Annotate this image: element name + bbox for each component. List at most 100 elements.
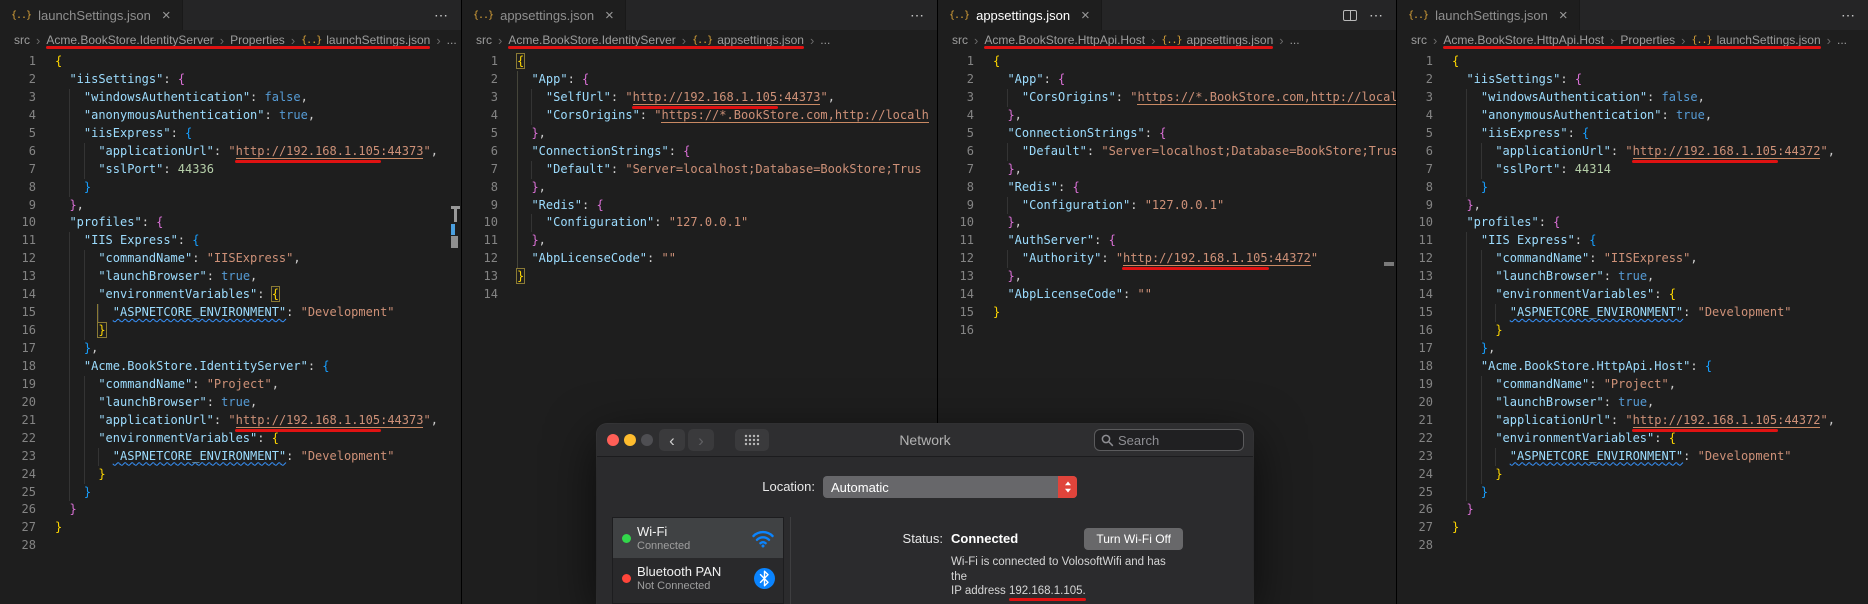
wifi-icon (752, 530, 774, 547)
close-icon[interactable]: × (1081, 7, 1090, 24)
breadcrumb-item[interactable]: src (1411, 33, 1427, 47)
tab-appsettings.json[interactable]: {..} appsettings.json × (462, 0, 626, 30)
code-line: 4 "anonymousAuthentication": true, (1397, 106, 1868, 125)
editor-pane: {..} launchSettings.json × ⋯ src › Acme.BookSt… (1397, 0, 1868, 604)
close-icon[interactable]: × (1559, 7, 1568, 24)
line-number: 10 (1418, 215, 1433, 230)
code-line: 15 "ASPNETCORE_ENVIRONMENT": "Development… (0, 304, 461, 323)
window-titlebar[interactable]: ‹ › Network Search (597, 424, 1253, 457)
close-icon[interactable]: × (605, 7, 614, 24)
close-window-button[interactable] (607, 434, 619, 446)
line-number: 22 (21, 430, 36, 445)
code-editor[interactable]: 1{2 "iisSettings": {3 "windowsAuthenticati… (1397, 50, 1868, 601)
code-line: 2 "iisSettings": { (0, 71, 461, 89)
line-number: 22 (1418, 430, 1433, 445)
more-actions-icon[interactable]: ⋯ (434, 7, 449, 24)
forward-button[interactable]: › (688, 429, 714, 451)
line-number: 4 (490, 107, 498, 122)
json-file-icon: {..} (301, 34, 322, 46)
location-select[interactable]: Automatic (823, 476, 1077, 498)
json-file-icon: {..} (11, 9, 32, 21)
tab-actions: ⋯ (434, 0, 461, 30)
breadcrumb-item[interactable]: ... (820, 33, 830, 47)
breadcrumb-item[interactable]: src (14, 33, 30, 47)
line-number: 10 (959, 215, 974, 230)
code-editor[interactable]: 1{2 "iisSettings": {3 "windowsAuthenticati… (0, 50, 461, 601)
breadcrumb-item[interactable]: Properties (230, 33, 285, 47)
breadcrumb-item[interactable]: ... (1290, 33, 1300, 47)
code-line: 1{ (462, 53, 937, 71)
code-line: 24} (0, 465, 461, 484)
back-button[interactable]: ‹ (659, 429, 685, 451)
line-number: 12 (1418, 251, 1433, 266)
code-line: 5 "iisExpress": { (0, 124, 461, 143)
service-row-wi-fi[interactable]: Wi-Fi Connected (613, 518, 783, 558)
chevron-right-icon: › (36, 32, 41, 48)
location-value: Automatic (831, 479, 889, 495)
zoom-window-button[interactable] (641, 434, 653, 446)
code-line: 9}, (0, 197, 461, 215)
code-line: 1{ (0, 53, 461, 71)
line-number: 11 (483, 233, 498, 248)
line-number: 7 (1425, 161, 1433, 176)
code-line: 13 "launchBrowser": true, (0, 268, 461, 287)
code-line: 15 "ASPNETCORE_ENVIRONMENT": "Development… (1397, 304, 1868, 323)
line-number: 6 (28, 143, 36, 158)
code-line: 2 "App": { (462, 71, 937, 89)
network-services-list: Wi-Fi Connected Bluetooth PAN Not Connected (612, 517, 784, 604)
close-icon[interactable]: × (162, 7, 171, 24)
search-field[interactable]: Search (1094, 429, 1244, 451)
tab-bar: {..} appsettings.json × ⋯ (938, 0, 1396, 30)
breadcrumb-item[interactable]: Acme.BookStore.HttpApi.Host (1443, 33, 1604, 47)
breadcrumb: src › Acme.BookStore.HttpApi.Host › Properti… (1397, 30, 1868, 50)
code-line: 14 "environmentVariables": { (1397, 286, 1868, 305)
code-line: 1{ (938, 53, 1396, 71)
turn-wifi-off-button[interactable]: Turn Wi-Fi Off (1084, 528, 1183, 550)
line-number: 4 (1425, 107, 1433, 122)
more-actions-icon[interactable]: ⋯ (1841, 7, 1856, 24)
line-number: 3 (490, 89, 498, 104)
grid-icon (744, 434, 760, 446)
breadcrumb-item[interactable]: Acme.BookStore.IdentityServer (508, 33, 675, 47)
code-line: 16 (938, 322, 1396, 340)
breadcrumb-item[interactable]: Acme.BookStore.HttpApi.Host (984, 33, 1145, 47)
tab-launchSettings.json[interactable]: {..} launchSettings.json × (1397, 0, 1580, 30)
code-line: 6 "Default": "Server=localhost;Database=B… (938, 142, 1396, 161)
breadcrumb-item[interactable]: ... (1837, 33, 1847, 47)
code-line: 13} (462, 268, 937, 286)
line-number: 13 (21, 269, 36, 284)
code-line: 17}, (0, 340, 461, 358)
chevron-right-icon: › (219, 32, 225, 48)
line-number: 9 (490, 197, 498, 212)
tab-label: appsettings.json (976, 7, 1071, 23)
breadcrumb-item[interactable]: appsettings.json (1187, 33, 1274, 47)
line-number: 16 (21, 323, 36, 338)
service-row-bluetooth-pan[interactable]: Bluetooth PAN Not Connected (613, 558, 783, 598)
breadcrumb-item[interactable]: Acme.BookStore.IdentityServer (46, 33, 213, 47)
minimize-window-button[interactable] (624, 434, 636, 446)
code-line: 14 (462, 286, 937, 304)
breadcrumb-item[interactable]: launchSettings.json (326, 33, 430, 47)
code-line: 12 "commandName": "IISExpress", (0, 250, 461, 269)
tab-appsettings.json[interactable]: {..} appsettings.json × (938, 0, 1102, 30)
code-line: 23 "ASPNETCORE_ENVIRONMENT": "Development… (1397, 447, 1868, 466)
code-line: 4 "CorsOrigins": "https://*.BookStore.com… (462, 106, 937, 125)
code-line: 5 "iisExpress": { (1397, 124, 1868, 143)
editor-pane: {..} launchSettings.json × ⋯ src › Acme.BookSt… (0, 0, 462, 604)
split-editor-icon[interactable] (1343, 9, 1357, 21)
breadcrumb-item[interactable]: Properties (1620, 33, 1675, 47)
breadcrumb-item[interactable]: src (476, 33, 492, 47)
breadcrumb-item[interactable]: launchSettings.json (1717, 33, 1821, 47)
breadcrumb-item[interactable]: src (952, 33, 968, 47)
status-panel: Status: Connected Turn Wi-Fi Off Wi-Fi i… (790, 517, 1253, 604)
breadcrumb-item[interactable]: ... (447, 33, 457, 47)
breadcrumb-item[interactable]: appsettings.json (717, 33, 804, 47)
more-actions-icon[interactable]: ⋯ (910, 7, 925, 24)
service-name: Wi-Fi (637, 524, 668, 539)
code-line: 21 "applicationUrl": "http://192.168.1.10… (0, 411, 461, 430)
json-file-icon: {..} (949, 9, 970, 21)
tab-label: appsettings.json (500, 7, 595, 23)
more-actions-icon[interactable]: ⋯ (1369, 7, 1384, 24)
tab-launchSettings.json[interactable]: {..} launchSettings.json × (0, 0, 183, 30)
show-all-preferences-button[interactable] (735, 429, 769, 451)
